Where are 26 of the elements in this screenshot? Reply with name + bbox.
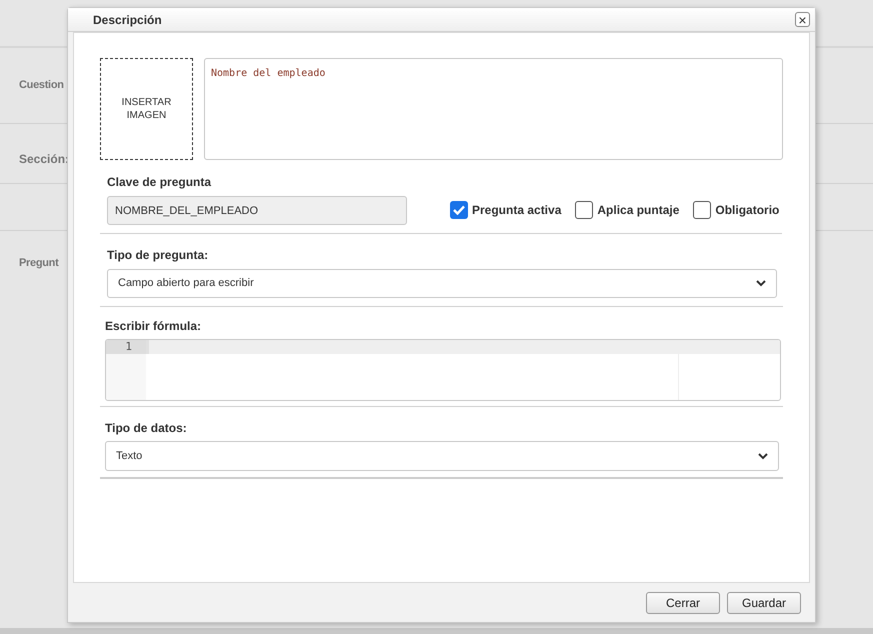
section-label: Sección: — [19, 151, 70, 168]
close-button[interactable]: Cerrar — [646, 592, 720, 614]
checkbox[interactable] — [693, 201, 712, 219]
checkbox[interactable] — [450, 201, 468, 219]
field-label: Escribir fórmula: — [105, 318, 202, 335]
dialog-title: Descripción — [93, 12, 162, 28]
field-label: Tipo de datos: — [105, 420, 188, 437]
data-type-select[interactable]: Texto — [105, 441, 779, 471]
checkbox[interactable] — [575, 201, 594, 219]
close-button[interactable]: × — [795, 12, 810, 27]
checkbox-label: Pregunta activa — [472, 202, 562, 219]
section-label: Cuestion — [19, 78, 64, 94]
checkbox-label: Obligatorio — [715, 202, 780, 219]
key-field[interactable]: NOMBRE_DEL_EMPLEADO — [107, 196, 407, 225]
checkbox-label: Aplica puntaje — [597, 202, 680, 219]
section-label: Pregunt — [19, 256, 58, 271]
formula-editor[interactable]: 1 — [105, 339, 781, 401]
chevron-down-icon — [758, 452, 768, 460]
question-type-select[interactable]: Campo abierto para escribir — [107, 269, 777, 298]
description-field[interactable]: Nombre del empleado — [204, 58, 783, 160]
line-number: 1 — [106, 340, 146, 354]
field-label: Tipo de pregunta: — [107, 247, 210, 264]
field-label: Clave de pregunta — [107, 174, 212, 191]
insert-image-area[interactable]: INSERTAR IMAGEN — [100, 58, 193, 160]
chevron-down-icon — [756, 280, 766, 287]
save-button[interactable]: Guardar — [727, 592, 801, 614]
